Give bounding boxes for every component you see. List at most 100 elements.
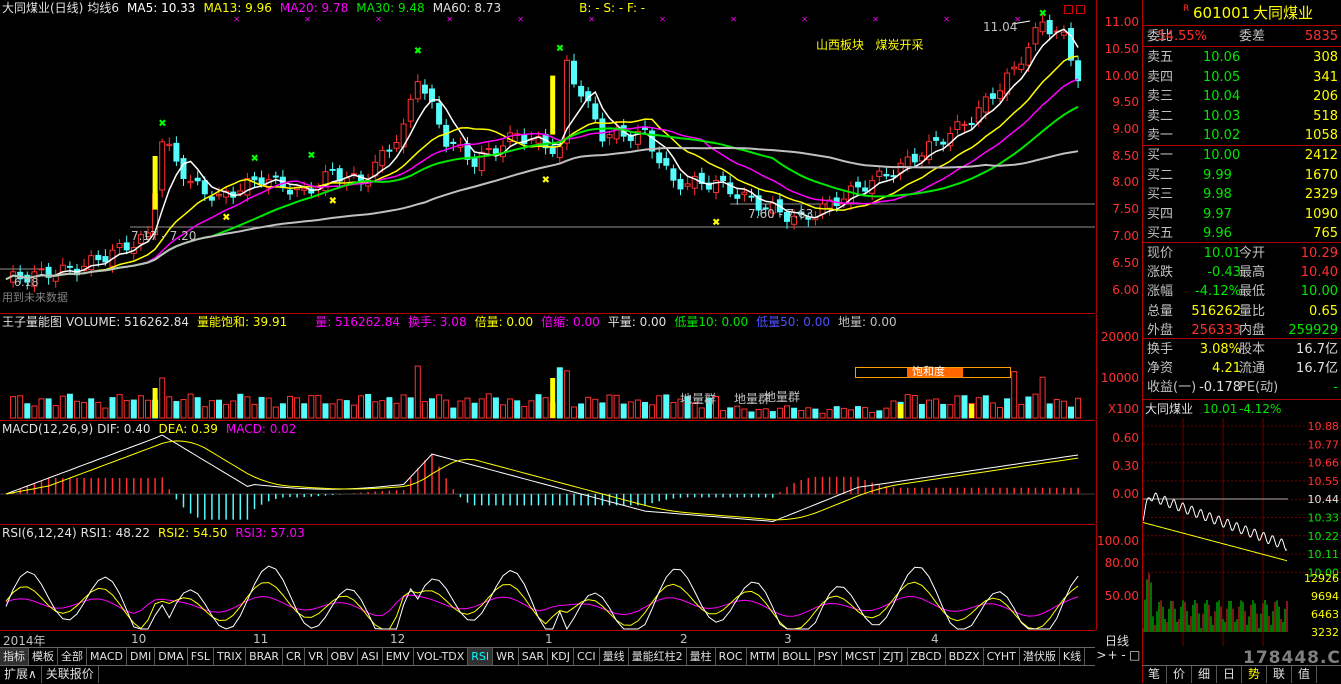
mini-chart-label: 日线 xyxy=(1105,634,1130,648)
indicator-tab[interactable]: ASI xyxy=(358,648,383,665)
stat-value: 10.00 xyxy=(1300,284,1338,300)
top-marker: ✕ xyxy=(659,15,666,24)
rsi-axis: 100.00 80.00 50.00 xyxy=(1096,525,1143,630)
volume-pane[interactable]: 王子量能图 VOLUME: 516262.84 量能饱和: 39.91 量: 5162… xyxy=(0,314,1095,421)
volume-bar xyxy=(521,405,528,419)
indicator-tab[interactable]: RSI xyxy=(468,648,494,665)
stat-value: 256333 xyxy=(1191,322,1241,338)
indicator-tab[interactable]: ZBCD xyxy=(908,648,946,665)
tab-control-button[interactable]: □ xyxy=(1129,647,1140,664)
kline-pane[interactable]: 大同煤业(日线) 均线6 MA5: 10.33 MA13: 9.96 MA20: 9.7… xyxy=(0,0,1095,314)
indicator-tab[interactable]: ROC xyxy=(716,648,747,665)
volume-bar xyxy=(365,393,372,419)
indicator-tab[interactable]: FSL xyxy=(188,648,214,665)
indicator-tab[interactable]: MTM xyxy=(747,648,780,665)
candle-body xyxy=(734,194,741,199)
volume-bar xyxy=(500,404,506,419)
level-volume: 1090 xyxy=(1304,206,1338,222)
volume-bar xyxy=(599,402,606,419)
maximize-icon[interactable] xyxy=(1076,5,1085,14)
macd-pane[interactable]: MACD(12,26,9) DIF: 0.40 DEA: 0.39 MACD: 0.0… xyxy=(0,421,1095,525)
volume-axis: 20000 10000 X100 xyxy=(1096,314,1143,420)
volume-bar xyxy=(847,409,854,419)
indicator-tab[interactable]: 全部 xyxy=(58,648,87,665)
volume-bar xyxy=(578,403,585,419)
indicator-tab[interactable]: MACD xyxy=(87,648,127,665)
window-buttons[interactable] xyxy=(1064,3,1094,14)
indicator-tab[interactable]: BOLL xyxy=(779,648,815,665)
indicator-tab[interactable]: K线 xyxy=(1060,648,1086,665)
mini-axis-label: 10.44 xyxy=(1308,493,1340,506)
stat-row: 涨跌 -0.43 最高 10.40 xyxy=(1143,263,1341,282)
mid-range-annotation: 7.17 - 7.20 xyxy=(131,229,197,243)
rsi-chart[interactable] xyxy=(0,525,1095,630)
candle-body xyxy=(1075,60,1082,82)
indicator-tab[interactable]: DMA xyxy=(155,648,188,665)
bottom-tab[interactable]: 扩展∧ xyxy=(0,666,42,683)
weicha-label: 委差 xyxy=(1239,29,1266,44)
indicator-tab[interactable]: CCI xyxy=(574,648,600,665)
candle-body xyxy=(443,124,450,147)
candle-body xyxy=(855,181,861,188)
indicator-tab[interactable]: 量柱 xyxy=(687,648,716,665)
di-liang-label-1: 地量群 xyxy=(680,392,717,406)
side-tab[interactable]: 值 xyxy=(1292,666,1317,683)
tab-control-button[interactable]: - xyxy=(1118,647,1129,664)
mini-avg-line xyxy=(1143,522,1288,562)
stat-label: 换手 xyxy=(1147,342,1174,357)
side-tab[interactable]: 笔 xyxy=(1142,666,1167,683)
indicator-tab[interactable]: OBV xyxy=(328,648,358,665)
time-axis-label: 4 xyxy=(931,632,939,646)
volume-bar xyxy=(826,408,833,419)
intraday-mini-chart[interactable]: 10.88 10.77 10.66 10.55 10.44 10.33 10.22 10.11… xyxy=(1143,418,1341,646)
indicator-tab[interactable]: EMV xyxy=(383,648,414,665)
side-tab[interactable]: 联 xyxy=(1267,666,1292,683)
indicator-tab[interactable]: VR xyxy=(305,648,328,665)
ask-row: 卖三 10.04 206 xyxy=(1143,87,1341,106)
level-volume: 1670 xyxy=(1304,167,1338,183)
indicator-tab[interactable]: DMI xyxy=(127,648,156,665)
restore-icon[interactable] xyxy=(1064,5,1073,14)
stat-value: 16.7亿 xyxy=(1296,361,1338,377)
rsi-pane[interactable]: RSI(6,12,24) RSI1: 48.22 RSI2: 54.50 RSI3: … xyxy=(0,525,1095,631)
level-label: 卖二 xyxy=(1147,108,1174,124)
indicator-tab[interactable]: BDZX xyxy=(946,648,984,665)
tab-control-button[interactable]: + xyxy=(1107,647,1118,664)
indicator-tab[interactable]: PSY xyxy=(815,648,842,665)
indicator-tab[interactable]: 量线 xyxy=(600,648,629,665)
indicator-tab[interactable]: 模板 xyxy=(29,648,58,665)
indicator-tab[interactable]: CR xyxy=(283,648,306,665)
candle-body xyxy=(301,188,308,191)
kline-chart[interactable]: ✖✖ ✖✖ ✖✖✖✖✖✖✕ ✕ ✕ ✕ ✕ ✕ ✕ ✕ ✕ ✕ ✕ ✕ xyxy=(0,0,1095,313)
tab-control-button[interactable]: > xyxy=(1096,647,1107,664)
side-tab[interactable]: 细 xyxy=(1192,666,1217,683)
bottom-tab[interactable]: 关联报价 xyxy=(42,666,99,683)
indicator-tab[interactable]: BRAR xyxy=(246,648,284,665)
indicator-tab[interactable]: VOL-TDX xyxy=(414,648,469,665)
macd-chart[interactable] xyxy=(0,421,1095,524)
side-tab[interactable]: 价 xyxy=(1167,666,1192,683)
indicator-tab[interactable]: SAR xyxy=(519,648,549,665)
low-range-annotation: 7.60 - 7.63 xyxy=(748,207,814,221)
signal-marker: ✖ xyxy=(222,212,230,223)
level-label: 买一 xyxy=(1147,148,1174,163)
volume-bar xyxy=(223,403,230,419)
indicator-tab[interactable]: KDJ xyxy=(548,648,574,665)
volume-bar xyxy=(975,397,982,419)
stat-value: 10.01 xyxy=(1203,246,1241,261)
side-tab[interactable]: 日 xyxy=(1217,666,1242,683)
indicator-tab[interactable]: ZJTJ xyxy=(880,648,908,665)
indicator-tab[interactable]: 指标 xyxy=(0,648,29,665)
indicator-tab[interactable]: CYHT xyxy=(984,648,1020,665)
indicator-tab[interactable]: 潜伏版 xyxy=(1020,648,1060,665)
volume-bar xyxy=(585,396,592,419)
indicator-tab[interactable]: MCST xyxy=(842,648,880,665)
indicator-tab[interactable]: TRIX xyxy=(214,648,247,665)
indicator-tab[interactable]: 量能红柱2 xyxy=(629,648,687,665)
level-price: 10.04 xyxy=(1203,89,1241,104)
side-tab[interactable]: 势 xyxy=(1242,666,1267,683)
level-price: 9.97 xyxy=(1203,206,1232,222)
indicator-tab-bar: 指标 模板 全部 MACD DMI DMA FSL TRIX BRAR CR VR OBV ASI EMV… xyxy=(0,647,1095,666)
indicator-tab[interactable]: WR xyxy=(493,648,519,665)
level-label: 买五 xyxy=(1147,226,1174,241)
